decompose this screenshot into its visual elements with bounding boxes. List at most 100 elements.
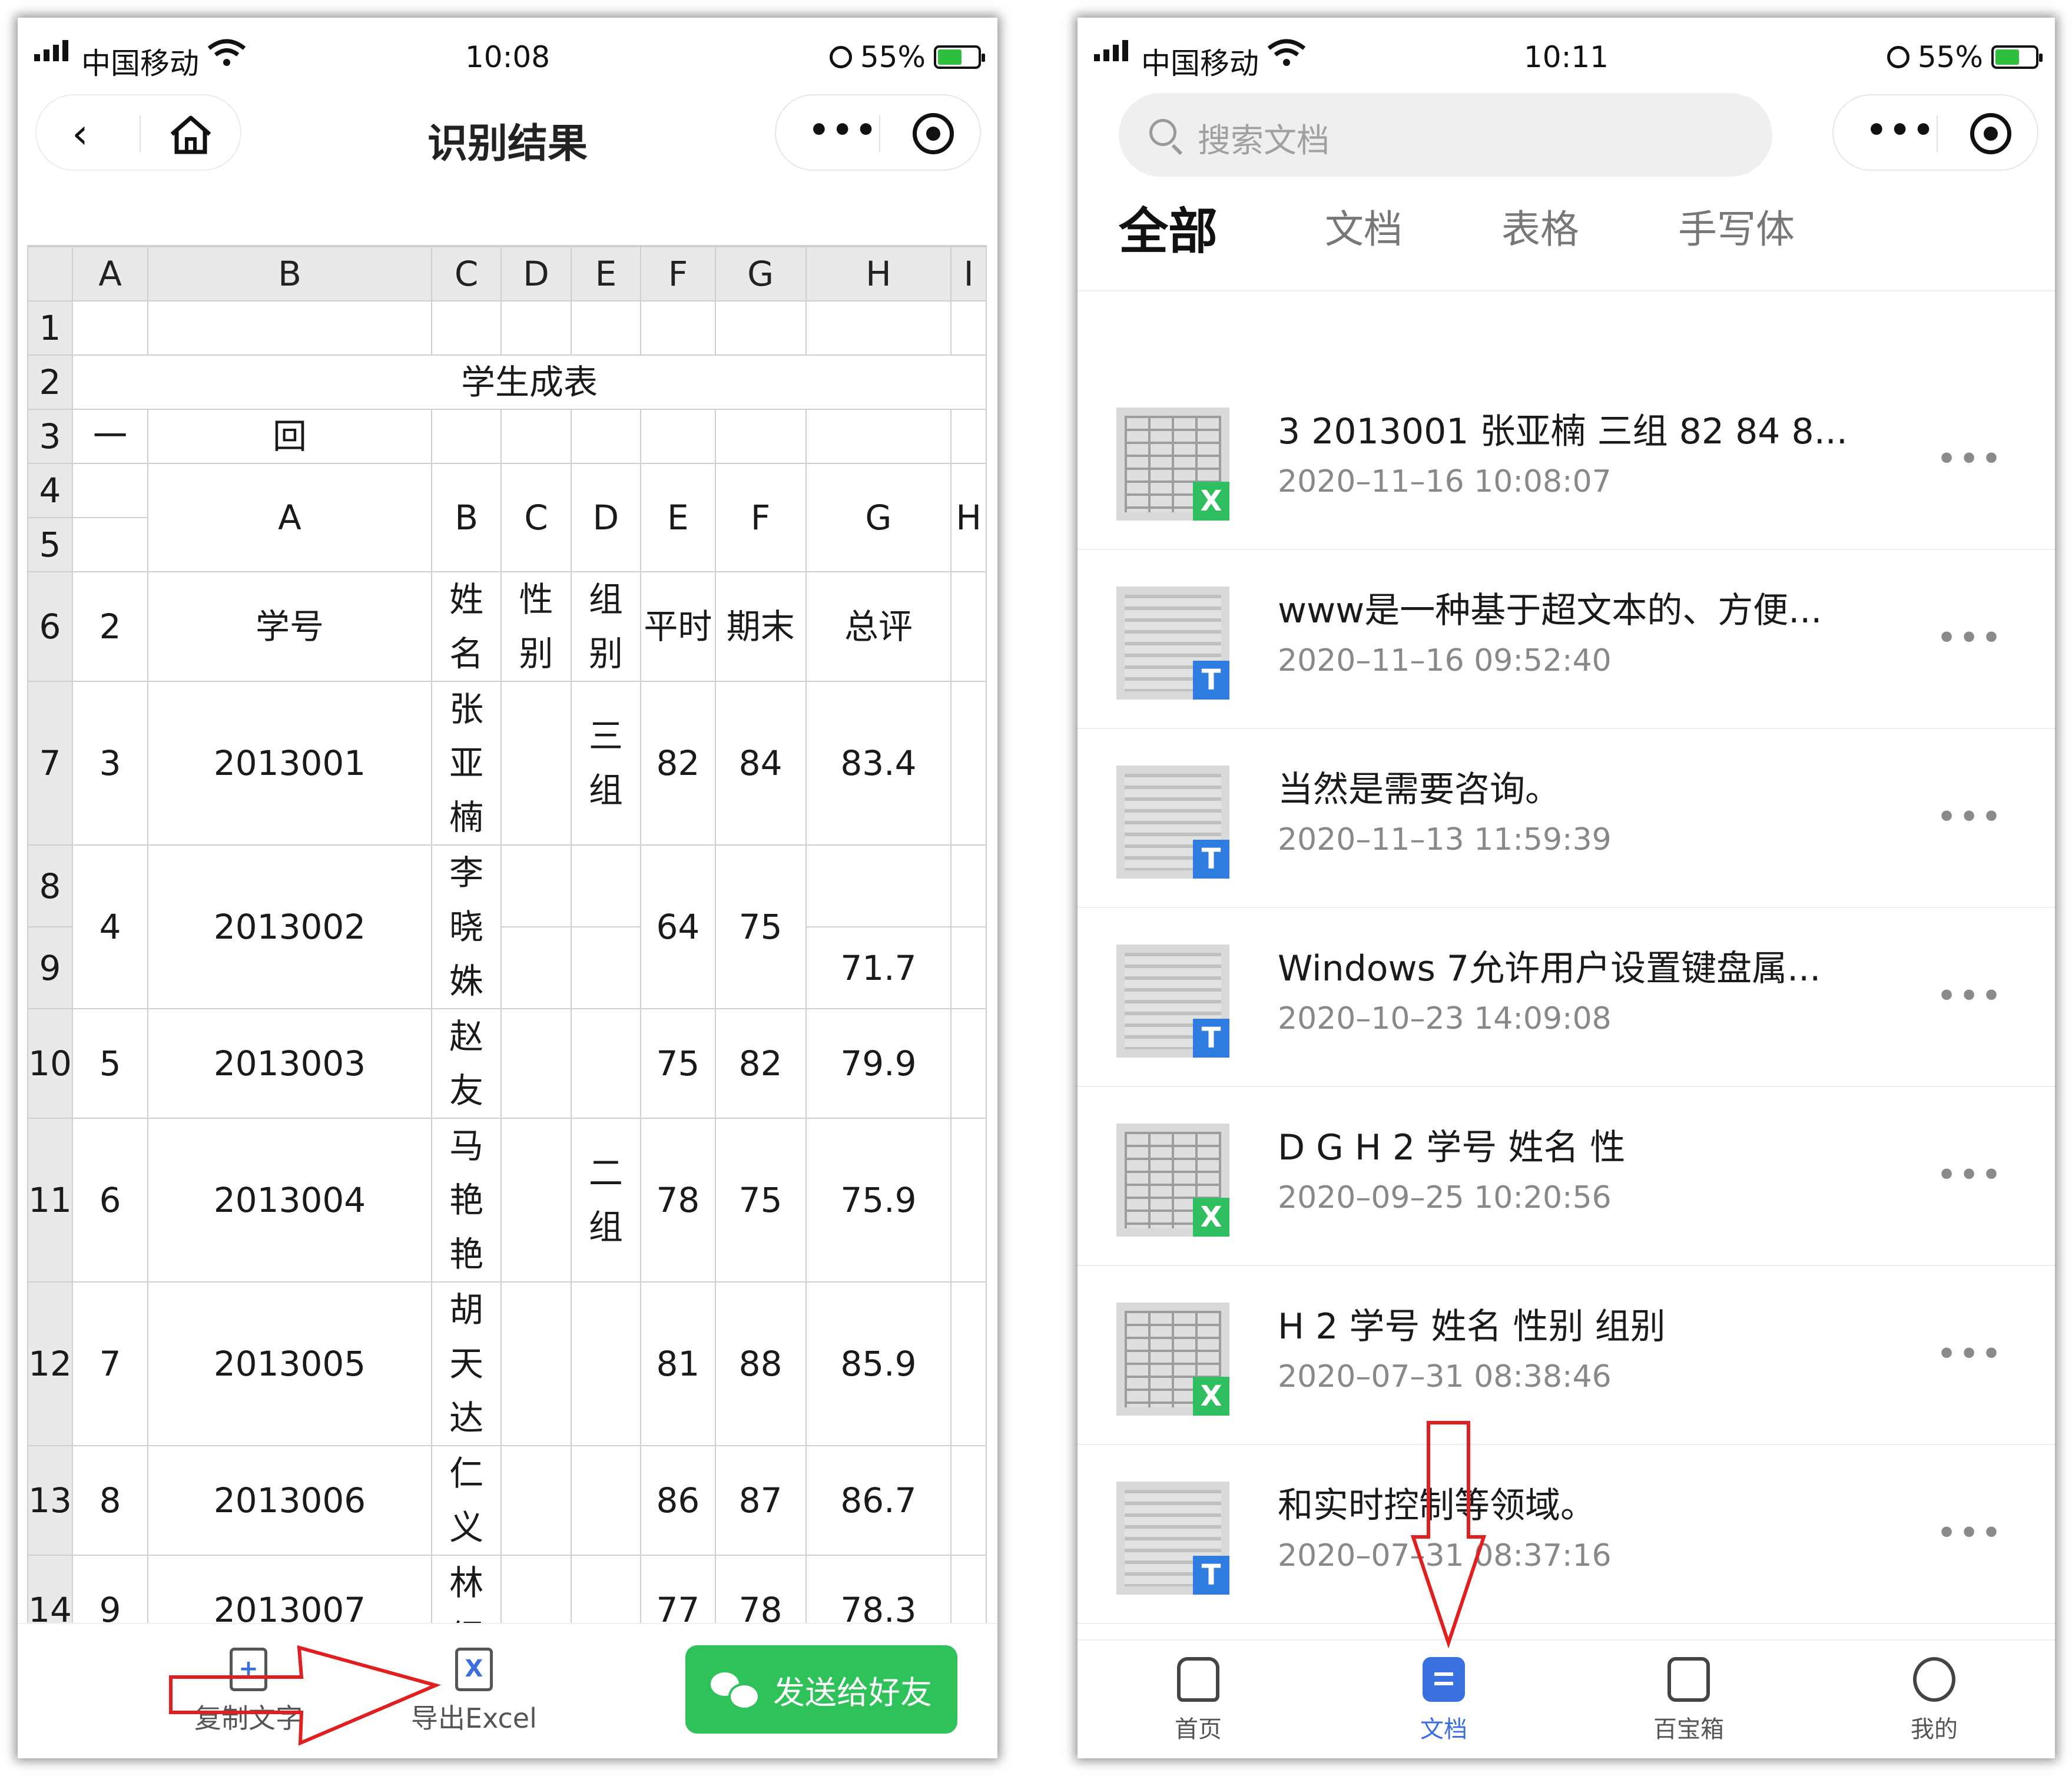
table-cell[interactable]: 82 — [640, 681, 716, 846]
column-header[interactable]: H — [805, 246, 952, 301]
table-cell[interactable]: 三组 — [570, 681, 642, 846]
table-cell[interactable]: 胡天达 — [430, 1281, 502, 1446]
list-item[interactable]: X D G H 2 学号 姓名 性 2020–09–25 10:20:56 ••… — [1078, 1087, 2055, 1266]
row-header[interactable]: 6 — [27, 571, 73, 682]
table-cell[interactable]: 4 — [71, 844, 149, 1009]
row-header[interactable]: 8 — [27, 844, 73, 927]
table-cell[interactable]: 75.9 — [805, 1118, 952, 1283]
column-header[interactable]: A — [71, 246, 149, 301]
table-cell[interactable]: 9 — [71, 1555, 149, 1626]
table-cell[interactable]: 78 — [640, 1118, 716, 1283]
column-header[interactable]: D — [500, 246, 572, 301]
table-cell[interactable]: 姓名 — [430, 571, 502, 682]
sheet-title-cell[interactable]: 学生成表 — [71, 354, 987, 410]
table-cell[interactable]: E — [640, 463, 716, 572]
table-cell[interactable]: 87 — [714, 1445, 807, 1556]
table-cell[interactable]: 马艳艳 — [430, 1118, 502, 1283]
more-options-icon[interactable]: ••• — [1937, 621, 2004, 655]
search-input[interactable]: 搜索文档 — [1119, 93, 1772, 177]
close-miniprogram-icon[interactable] — [913, 113, 954, 154]
close-miniprogram-icon[interactable] — [1970, 113, 2011, 154]
table-cell[interactable]: 71.7 — [805, 926, 952, 1009]
table-cell[interactable]: 78 — [714, 1555, 807, 1626]
tab-home[interactable]: 首页 — [1133, 1657, 1263, 1744]
tab-toolbox[interactable]: 百宝箱 — [1624, 1657, 1753, 1744]
table-cell[interactable]: A — [147, 463, 432, 572]
more-options-icon[interactable]: ••• — [1937, 1516, 2004, 1550]
more-options-icon[interactable]: ••• — [1937, 1158, 2004, 1192]
export-excel-button[interactable]: X 导出Excel — [411, 1648, 537, 1736]
table-cell[interactable]: 81 — [640, 1281, 716, 1446]
table-cell[interactable]: 回 — [147, 409, 432, 464]
table-cell[interactable]: 赵友 — [430, 1008, 502, 1119]
table-cell[interactable]: 82 — [714, 1008, 807, 1119]
table-cell[interactable]: 仁义 — [430, 1445, 502, 1556]
more-icon[interactable]: ••• — [1866, 114, 1936, 147]
table-cell[interactable]: 林绍 — [430, 1555, 502, 1626]
more-options-icon[interactable]: ••• — [1937, 979, 2004, 1013]
table-cell[interactable]: 64 — [640, 844, 716, 1009]
table-cell[interactable]: C — [500, 463, 572, 572]
table-cell[interactable]: 2013004 — [147, 1118, 432, 1283]
tab-docs[interactable]: 文档 — [1379, 1657, 1509, 1744]
table-cell[interactable]: 平时 — [640, 571, 716, 682]
spreadsheet-preview[interactable]: A B C D E F G H I 1 2 学生成表 3 一 回 4 A B C… — [27, 245, 987, 1626]
tab-documents[interactable]: 文档 — [1325, 198, 1403, 254]
table-cell[interactable]: 85.9 — [805, 1281, 952, 1446]
list-item[interactable]: T www是一种基于超文本的、方便... 2020–11–16 09:52:40… — [1078, 550, 2055, 729]
table-cell[interactable]: 83.4 — [805, 681, 952, 846]
more-icon[interactable]: ••• — [808, 114, 878, 147]
row-header[interactable]: 5 — [27, 517, 73, 572]
row-header[interactable]: 3 — [27, 409, 73, 464]
more-options-icon[interactable]: ••• — [1937, 442, 2004, 476]
more-options-icon[interactable]: ••• — [1937, 1337, 2004, 1371]
table-cell[interactable]: 期末 — [714, 571, 807, 682]
table-cell[interactable]: 总评 — [805, 571, 952, 682]
row-header[interactable]: 9 — [27, 926, 73, 1009]
table-cell[interactable]: 75 — [640, 1008, 716, 1119]
list-item[interactable]: T 当然是需要咨询。 2020–11–13 11:59:39 ••• — [1078, 729, 2055, 908]
table-cell[interactable]: G — [805, 463, 952, 572]
list-item[interactable]: X 3 2013001 张亚楠 三组 82 84 8... 2020–11–16… — [1078, 371, 2055, 550]
table-cell[interactable]: 79.9 — [805, 1008, 952, 1119]
copy-text-button[interactable]: + 复制文字 — [194, 1648, 303, 1736]
row-header[interactable]: 2 — [27, 354, 73, 410]
list-item[interactable]: T Windows 7允许用户设置键盘属... 2020–10–23 14:09… — [1078, 908, 2055, 1087]
column-header[interactable]: F — [640, 246, 716, 301]
column-header[interactable]: G — [714, 246, 807, 301]
list-item[interactable]: X H 2 学号 姓名 性别 组别 2020–07–31 08:38:46 ••… — [1078, 1266, 2055, 1445]
tab-handwriting[interactable]: 手写体 — [1678, 198, 1795, 254]
column-header[interactable]: I — [950, 246, 987, 301]
table-cell[interactable]: F — [714, 463, 807, 572]
table-cell[interactable]: 7 — [71, 1281, 149, 1446]
table-cell[interactable]: 李晓姝 — [430, 844, 502, 1009]
table-cell[interactable]: 2013006 — [147, 1445, 432, 1556]
column-header[interactable]: E — [570, 246, 642, 301]
tab-all[interactable]: 全部 — [1119, 192, 1218, 263]
column-header[interactable]: C — [430, 246, 502, 301]
row-header[interactable]: 14 — [27, 1555, 73, 1626]
more-options-icon[interactable]: ••• — [1937, 800, 2004, 834]
tab-mine[interactable]: 我的 — [1869, 1657, 1999, 1744]
table-cell[interactable]: 2 — [71, 571, 149, 682]
send-to-friend-button[interactable]: 发送给好友 — [685, 1645, 957, 1734]
table-cell[interactable]: 组别 — [570, 571, 642, 682]
table-cell[interactable]: 6 — [71, 1118, 149, 1283]
table-cell[interactable]: 一 — [71, 409, 149, 464]
table-cell[interactable]: D — [570, 463, 642, 572]
table-cell[interactable]: 78.3 — [805, 1555, 952, 1626]
table-cell[interactable]: 2013003 — [147, 1008, 432, 1119]
table-cell[interactable]: 2013005 — [147, 1281, 432, 1446]
table-cell[interactable]: 张亚楠 — [430, 681, 502, 846]
table-cell[interactable]: 2013001 — [147, 681, 432, 846]
table-cell[interactable]: 5 — [71, 1008, 149, 1119]
row-header[interactable]: 7 — [27, 681, 73, 846]
table-cell[interactable]: 88 — [714, 1281, 807, 1446]
row-header[interactable]: 13 — [27, 1445, 73, 1556]
table-cell[interactable]: 77 — [640, 1555, 716, 1626]
row-header[interactable]: 11 — [27, 1118, 73, 1283]
table-cell[interactable]: 8 — [71, 1445, 149, 1556]
table-cell[interactable]: 2013007 — [147, 1555, 432, 1626]
table-cell[interactable]: 学号 — [147, 571, 432, 682]
table-cell[interactable]: 二组 — [570, 1118, 642, 1283]
